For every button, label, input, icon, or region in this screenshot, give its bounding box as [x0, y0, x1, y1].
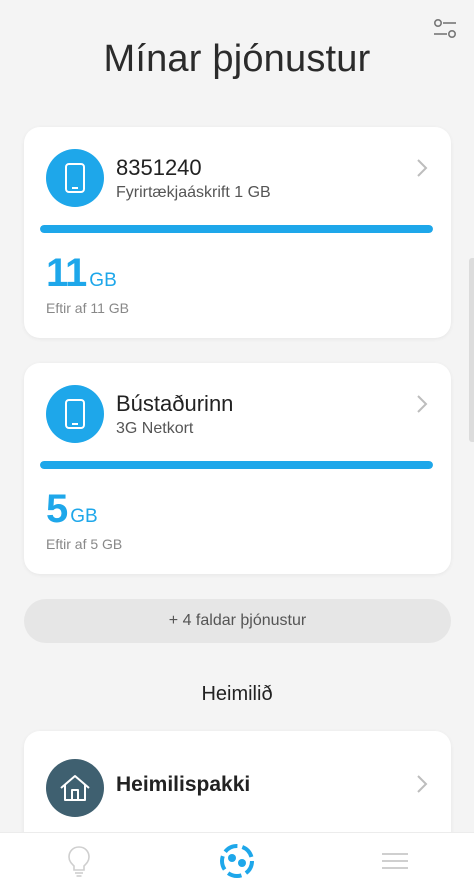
service-plan: 3G Netkort: [116, 420, 194, 437]
remaining-amount: 11 GB: [46, 251, 117, 296]
remaining-text: Eftir af 11 GB: [46, 300, 129, 316]
service-plan: Fyrirtækjaáskrift 1 GB: [116, 184, 271, 201]
menu-icon[interactable]: [365, 841, 425, 881]
service-number: Bústaðurinn: [116, 391, 234, 416]
chevron-right-icon[interactable]: [415, 393, 429, 415]
service-number: 8351240: [116, 155, 202, 180]
house-icon: [46, 759, 104, 817]
remaining-unit: GB: [70, 506, 98, 527]
remaining-text: Eftir af 5 GB: [46, 536, 123, 552]
phone-icon: [46, 149, 104, 207]
scrollbar[interactable]: [469, 258, 474, 442]
service-card[interactable]: Bústaðurinn 3G Netkort 5 GB Eftir af 5 G…: [24, 363, 451, 574]
remaining-amount: 5 GB: [46, 487, 98, 532]
remaining-unit: GB: [89, 270, 117, 291]
page-title: Mínar þjónustur: [103, 38, 371, 80]
bottom-nav: [0, 832, 474, 889]
home-package-card[interactable]: Heimilispakki: [24, 731, 451, 841]
show-hidden-services-button[interactable]: + 4 faldar þjónustur: [24, 599, 451, 643]
service-card[interactable]: 8351240 Fyrirtækjaáskrift 1 GB 11 GB Eft…: [24, 127, 451, 338]
usage-bar-fill: [40, 461, 433, 469]
phone-icon: [46, 385, 104, 443]
logo-icon[interactable]: [207, 841, 267, 881]
remaining-value: 11: [46, 251, 87, 295]
chevron-right-icon[interactable]: [415, 157, 429, 179]
usage-bar-fill: [40, 225, 433, 233]
lightbulb-icon[interactable]: [49, 841, 109, 881]
usage-bar: [40, 461, 433, 469]
section-heading-home: Heimilið: [201, 683, 273, 705]
chevron-right-icon[interactable]: [415, 773, 429, 795]
remaining-value: 5: [46, 487, 68, 531]
usage-bar: [40, 225, 433, 233]
home-package-label: Heimilispakki: [116, 773, 251, 796]
